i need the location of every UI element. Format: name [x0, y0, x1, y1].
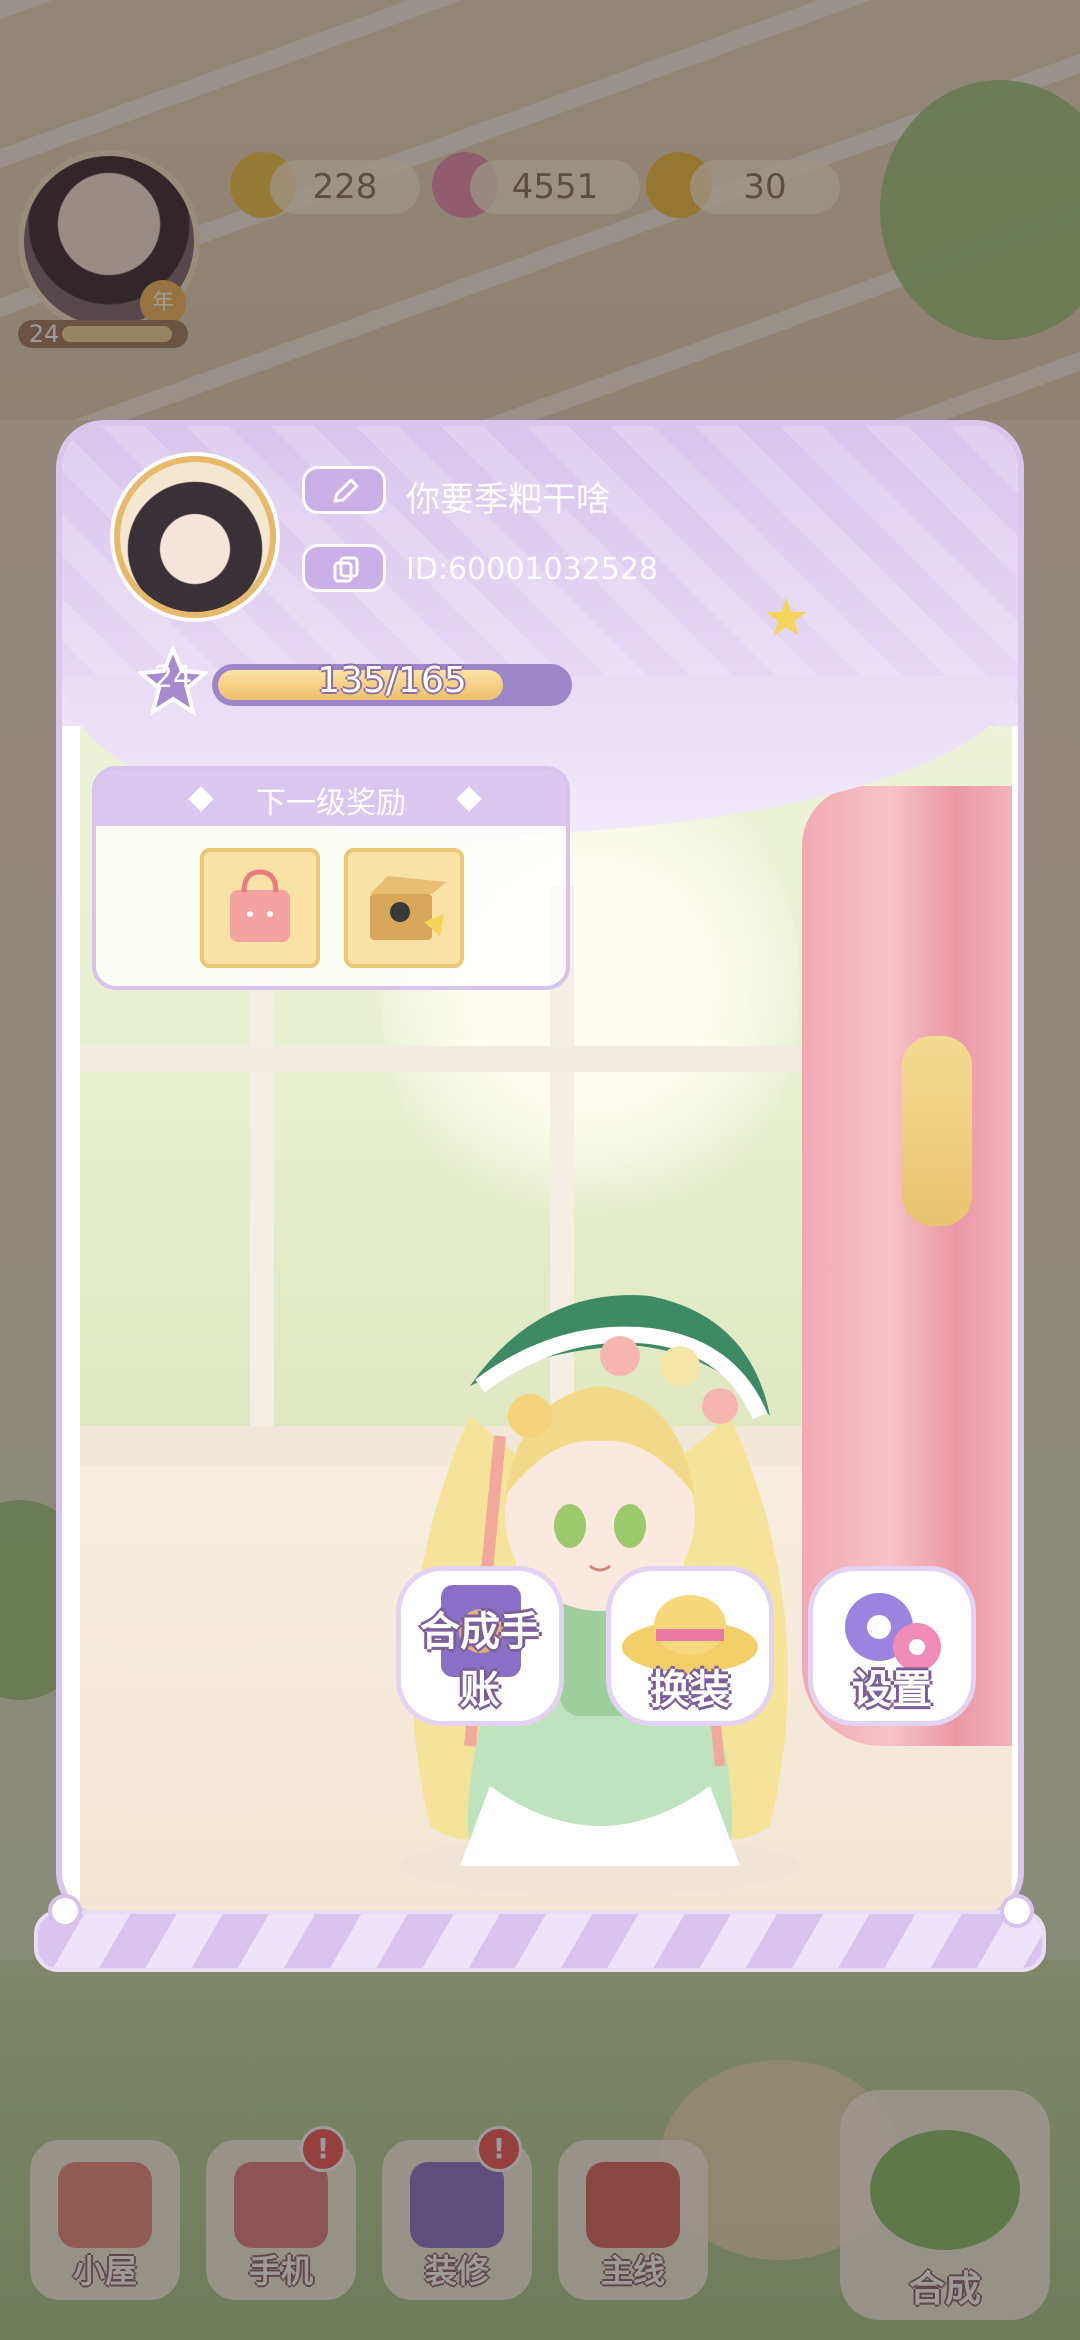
reward-title-bar: 下一级奖励	[96, 770, 566, 826]
player-nickname: 你要季粑干啥	[406, 480, 610, 520]
reward-item-bag[interactable]	[200, 848, 320, 968]
curtain-ribbon	[902, 1036, 972, 1226]
profile-panel: 你要季粑干啥 ID:60001032528 24 135/165 ★ 下一级奖励	[56, 420, 1024, 1920]
reward-item-box[interactable]	[344, 848, 464, 968]
panel-corner-knob	[48, 1894, 82, 1928]
xp-progress-text: 135/165	[317, 660, 467, 701]
player-id: ID:60001032528	[406, 552, 659, 587]
settings-label: 设置	[852, 1667, 932, 1713]
settings-button[interactable]: 设置	[808, 1566, 976, 1726]
handbook-label: 合成手账	[420, 1609, 540, 1713]
dressup-label: 换装	[650, 1667, 730, 1713]
cat-box-icon	[370, 876, 446, 940]
reward-title: 下一级奖励	[256, 786, 406, 821]
profile-avatar[interactable]	[114, 456, 276, 618]
edit-name-button[interactable]	[302, 466, 386, 514]
shopping-bag-icon	[230, 869, 290, 942]
pencil-icon	[333, 478, 359, 503]
handbook-button[interactable]: 合成手账	[396, 1566, 564, 1726]
next-level-reward-card: 下一级奖励	[92, 766, 570, 990]
copy-id-button[interactable]	[302, 544, 386, 592]
profile-level: 24	[153, 660, 193, 695]
panel-footer-bar	[34, 1910, 1046, 1972]
star-icon: ★	[762, 586, 811, 649]
copy-icon	[333, 556, 359, 583]
panel-corner-knob	[1000, 1894, 1034, 1928]
dressup-button[interactable]: 换装	[606, 1566, 774, 1726]
